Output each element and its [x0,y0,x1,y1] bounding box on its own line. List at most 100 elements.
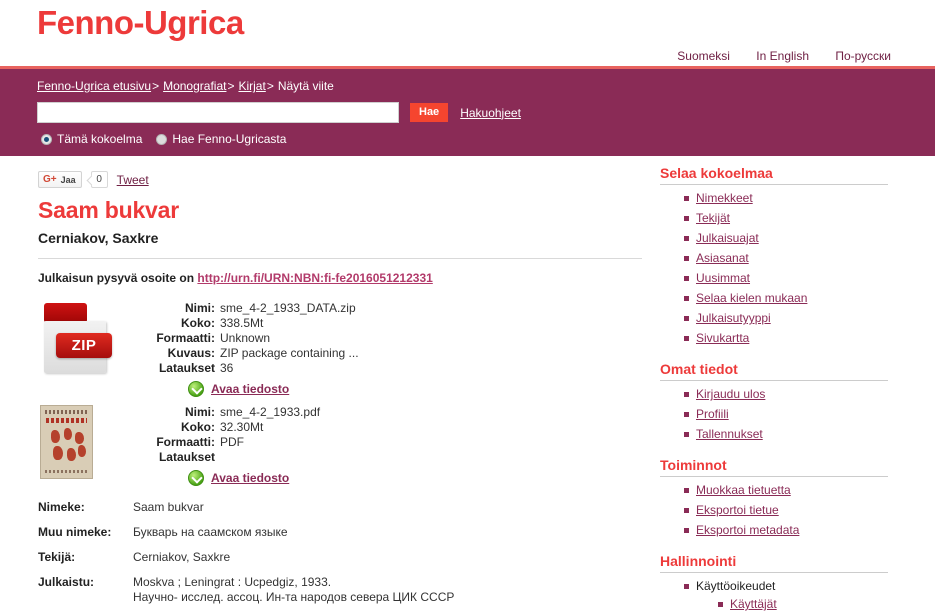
sidebar-item-eksportoi-tietue[interactable]: Eksportoi tietue [684,501,915,521]
table-row: Muu nimeke: Букварь на саамском языке [38,525,640,540]
sidebar-link[interactable]: Eksportoi metadata [696,523,799,537]
open-file-link[interactable]: Avaa tiedosto [211,382,289,397]
lang-link-fi[interactable]: Suomeksi [677,49,730,63]
zip-file-icon[interactable]: ZIP [40,301,112,377]
sidebar-section-browse: Selaa kokoelmaa Nimekkeet Tekijät Julkai… [660,165,915,349]
sidebar-link[interactable]: Profiili [696,407,729,421]
sidebar-heading: Hallinnointi [660,553,888,573]
sidebar-list: Kirjaudu ulos Profiili Tallennukset [660,385,915,445]
book-cover-thumbnail[interactable] [40,405,93,479]
page-title: Saam bukvar [38,197,179,223]
google-plus-share-button[interactable]: G+ Jaa [38,171,82,188]
site-logo[interactable]: Fenno-Ugrica [37,4,244,42]
language-nav: Suomeksi In English По-русски [654,49,891,63]
file-field-value: PDF [220,435,244,449]
sidebar-link[interactable]: Selaa kielen mukaan [696,291,807,305]
open-file-link[interactable]: Avaa tiedosto [211,471,289,486]
breadcrumb-item-kirjat[interactable]: Kirjat [238,79,265,93]
file-field-row: Formaatti: PDF [148,435,320,450]
record-key: Muu nimeke: [38,525,112,539]
sidebar-item-sivukartta[interactable]: Sivukartta [684,329,915,349]
sidebar-item-tallennukset[interactable]: Tallennukset [684,425,915,445]
sidebar-link[interactable]: Käyttäjät [730,597,777,611]
sidebar-item-kayttajat[interactable]: Käyttäjät [718,595,915,614]
sidebar-item-uusimmat[interactable]: Uusimmat [684,269,915,289]
radio-unselected-icon[interactable] [156,133,168,145]
file-field-value: 36 [220,361,234,375]
search-scope-label: Tämä kokoelma [57,132,143,146]
search-submit-button[interactable]: Hae [410,103,449,122]
file-field-row: Koko: 338.5Mt [148,316,359,331]
file-field-key: Kuvaus: [167,346,215,360]
sidebar-link[interactable]: Sivukartta [696,331,749,345]
download-icon[interactable] [188,470,204,486]
sidebar-item-julkaisutyyppi[interactable]: Julkaisutyyppi [684,309,915,329]
sidebar-heading: Omat tiedot [660,361,888,381]
open-file-row: Avaa tiedosto [188,381,359,397]
radio-selected-icon[interactable] [41,133,52,145]
search-scope-label: Hae Fenno-Ugricasta [172,132,287,146]
file-field-value: Unknown [220,331,271,345]
file-field-row: Kuvaus: ZIP package containing ... [148,346,359,361]
sidebar-group-label: Käyttöoikeudet [696,579,776,593]
record-key: Nimeke: [38,500,85,514]
sidebar-link[interactable]: Kirjaudu ulos [696,387,765,401]
record-value: Букварь на саамском языке [133,525,288,539]
file-field-key: Lataukset [158,361,215,375]
sidebar-link[interactable]: Nimekkeet [696,191,753,205]
breadcrumb-item-monografiat[interactable]: Monografiat [163,79,226,93]
file-field-key: Lataukset [158,450,215,464]
item-author: Cerniakov, Saxkre [38,230,159,246]
sidebar-link[interactable]: Muokkaa tietuetta [696,483,791,497]
sidebar-item-asiasanat[interactable]: Asiasanat [684,249,915,269]
file-entry-pdf: Nimi: sme_4-2_1933.pdf Koko: 32.30Mt For… [38,405,640,486]
download-icon[interactable] [188,381,204,397]
main-column: G+ Jaa 0 Tweet Saam bukvar Cerniakov, Sa… [0,156,660,614]
sidebar-item-muokkaa-tietuetta[interactable]: Muokkaa tietuetta [684,481,915,501]
sidebar-item-nimekkeet[interactable]: Nimekkeet [684,189,915,209]
sidebar-link[interactable]: Tekijät [696,211,730,225]
file-field-key: Formaatti: [156,331,215,345]
search-scope-all[interactable]: Hae Fenno-Ugricasta [156,132,286,146]
file-field-value: sme_4-2_1933.pdf [220,405,321,419]
sidebar-item-selaa-kielen-mukaan[interactable]: Selaa kielen mukaan [684,289,915,309]
sidebar-link[interactable]: Asiasanat [696,251,749,265]
sidebar-item-eksportoi-metadata[interactable]: Eksportoi metadata [684,521,915,541]
search-input[interactable] [37,102,399,123]
sidebar-item-kirjaudu-ulos[interactable]: Kirjaudu ulos [684,385,915,405]
sidebar-section-my-account: Omat tiedot Kirjaudu ulos Profiili Talle… [660,361,915,445]
breadcrumb: Fenno-Ugrica etusivu> Monografiat> Kirjat>… [0,78,935,94]
sidebar-list: Muokkaa tietuetta Eksportoi tietue Ekspo… [660,481,915,541]
record-key: Julkaistu: [38,575,95,589]
sidebar-item-tekijat[interactable]: Tekijät [684,209,915,229]
sidebar-item-julkaisuajat[interactable]: Julkaisuajat [684,229,915,249]
breadcrumb-item-current: Näytä viite [277,79,334,93]
file-field-row: Lataukset [148,450,320,465]
file-field-value: sme_4-2_1933_DATA.zip [220,301,356,315]
sidebar-link[interactable]: Tallennukset [696,427,763,441]
file-field-key: Koko: [181,316,215,330]
sidebar-link[interactable]: Julkaisutyyppi [696,311,771,325]
lang-link-ru[interactable]: По-русски [835,49,891,63]
sidebar-item-profiili[interactable]: Profiili [684,405,915,425]
sidebar-link[interactable]: Julkaisuajat [696,231,759,245]
file-field-key: Koko: [181,420,215,434]
breadcrumb-item-home[interactable]: Fenno-Ugrica etusivu [37,79,151,93]
zip-icon-tab [44,303,87,323]
file-field-key: Formaatti: [156,435,215,449]
file-thumbnail-wrap [38,405,148,486]
search-scope-this-collection[interactable]: Tämä kokoelma [41,132,142,146]
lang-link-en[interactable]: In English [756,49,809,63]
file-field-value: 338.5Mt [220,316,264,330]
record-value: Cerniakov, Saxkre [133,550,231,564]
google-plus-icon: G+ [43,174,57,185]
permalink-url[interactable]: http://urn.fi/URN:NBN:fi-fe2016051212331 [197,271,432,285]
tweet-button[interactable]: Tweet [117,173,149,187]
sidebar-link[interactable]: Uusimmat [696,271,750,285]
sidebar-heading: Toiminnot [660,457,888,477]
search-help-link[interactable]: Hakuohjeet [460,106,521,120]
sidebar-link[interactable]: Eksportoi tietue [696,503,779,517]
sidebar-list: Nimekkeet Tekijät Julkaisuajat Asiasanat… [660,189,915,349]
file-field-row: Koko: 32.30Mt [148,420,320,435]
sidebar-sublist: Käyttäjät Ryhmät [696,595,915,614]
